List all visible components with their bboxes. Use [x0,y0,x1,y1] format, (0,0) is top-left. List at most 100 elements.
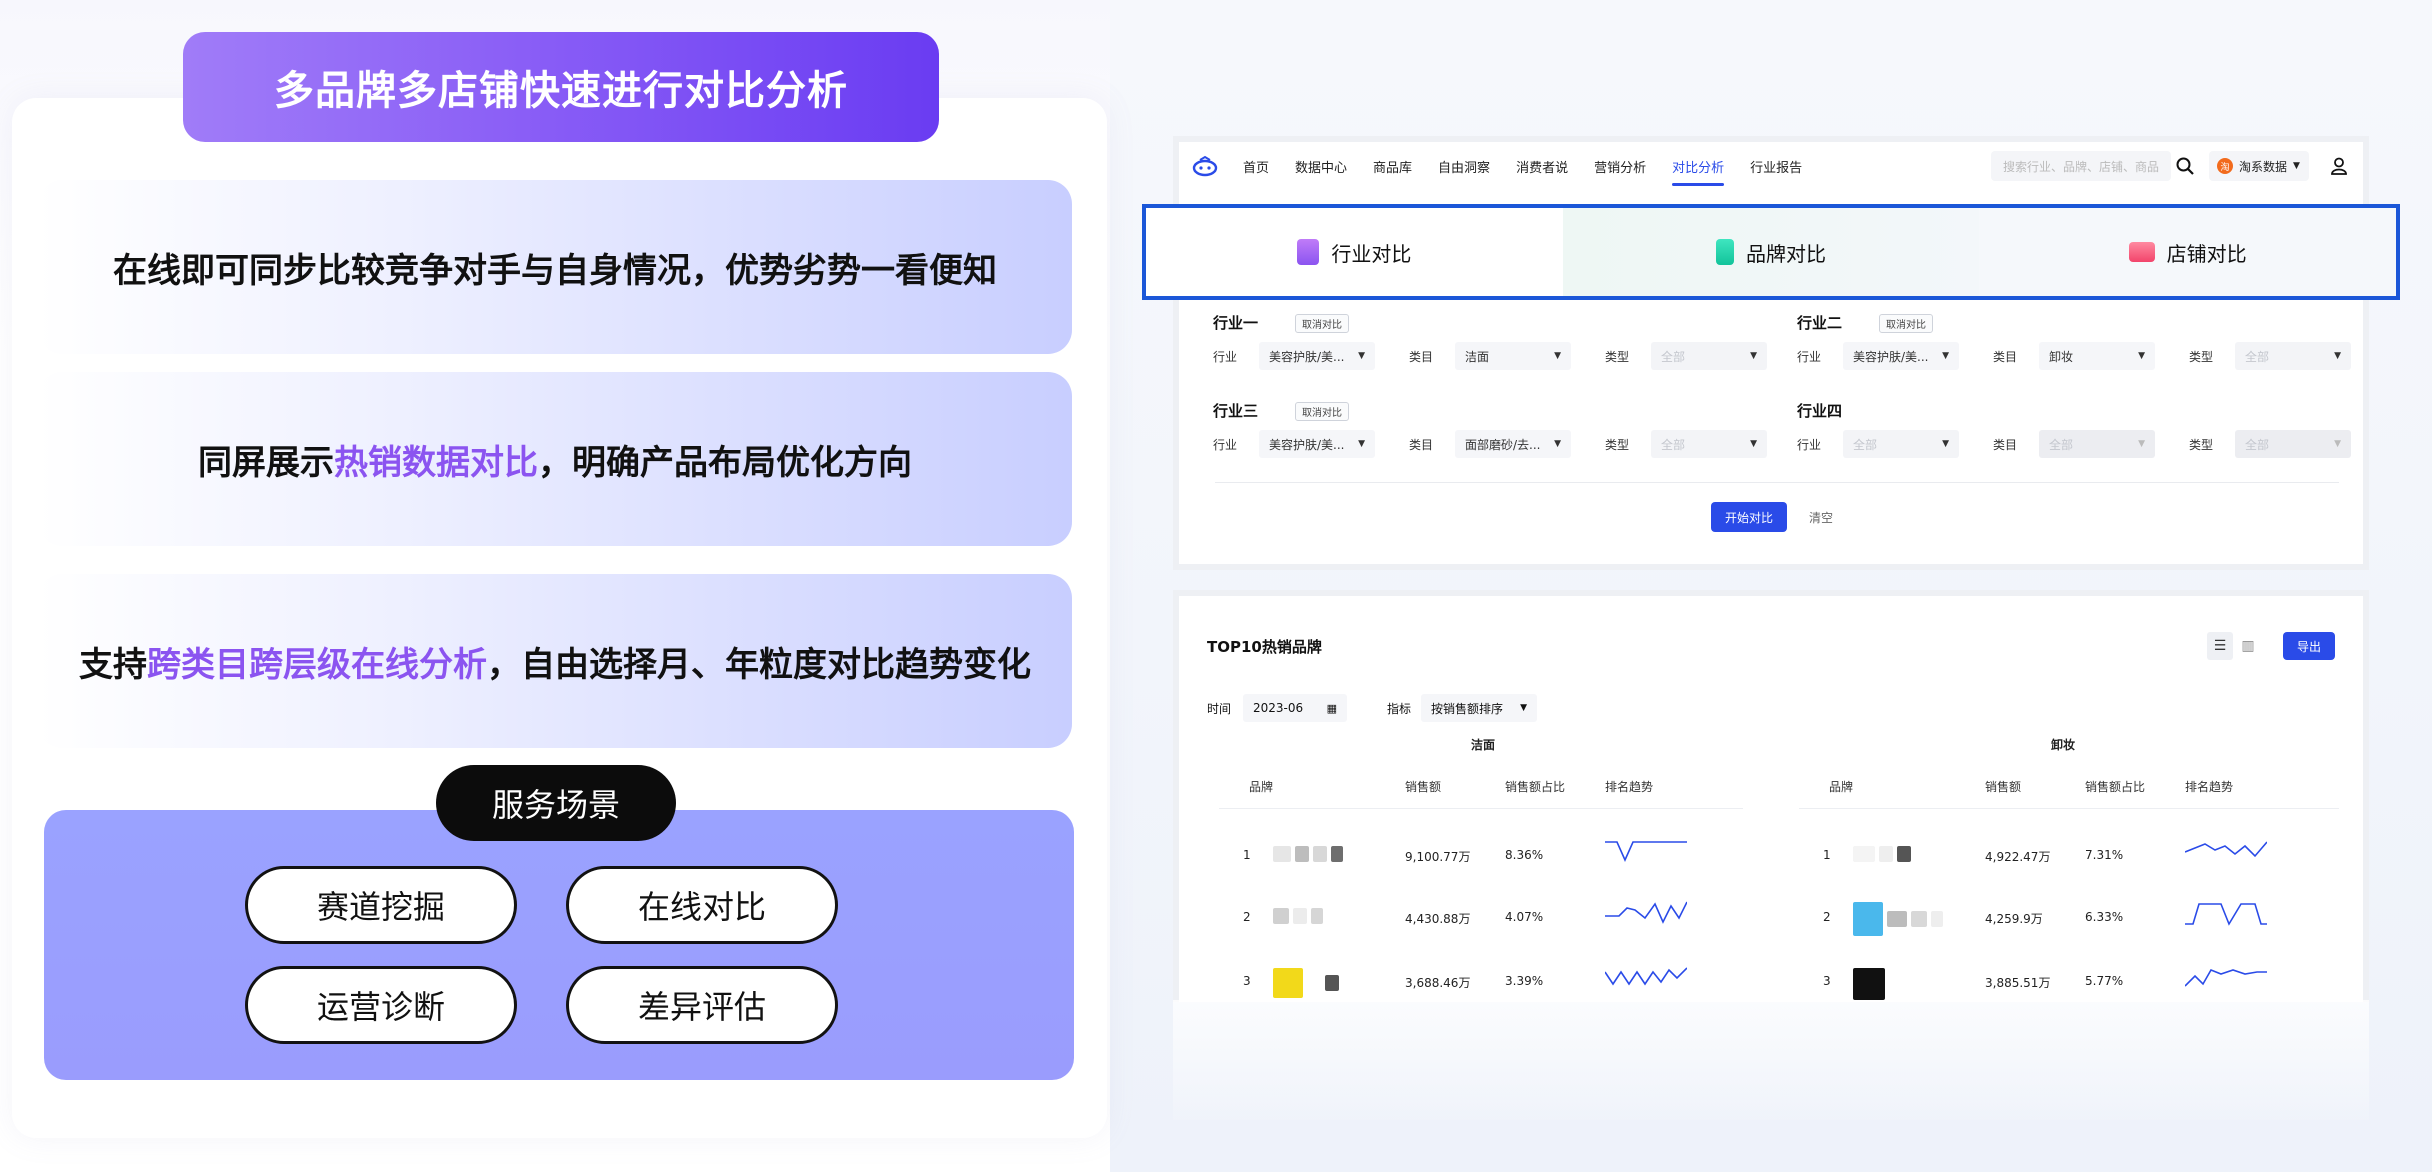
top-navbar: 首页 数据中心 商品库 自由洞察 消费者说 营销分析 对比分析 行业报告 搜索行… [1179,142,2363,190]
industry-doc-icon [1297,239,1320,265]
tab-brand-compare[interactable]: 品牌对比 [1562,208,1980,296]
app-logo-icon[interactable] [1191,155,1219,177]
industry-select-value: 美容护肤/美... [1269,437,1345,452]
feature-text-highlight: 跨类目跨层级在线分析 [147,644,487,685]
cancel-compare-button-1[interactable]: 取消对比 [1295,314,1349,333]
list-view-icon[interactable]: ☰ [2207,632,2233,660]
nav-industry-report[interactable]: 行业报告 [1750,143,1802,190]
filter-row-3: 行业 美容护肤/美... ▼ 类目 面部磨砂/去... ▼ 类型 全部 ▼ [1213,430,1767,458]
share-cell: 8.36% [1505,848,1544,862]
rank-cell: 3 [1243,974,1251,988]
type-select-value: 全部 [1661,349,1686,364]
tab-store-compare[interactable]: 店铺对比 [1979,208,2397,296]
nav-compare-analysis[interactable]: 对比分析 [1672,143,1725,190]
category-select-value: 卸妆 [2049,349,2074,364]
category-select[interactable]: 洁面 ▼ [1455,342,1571,370]
category-select[interactable]: 卸妆 ▼ [2039,342,2155,370]
tab-industry-compare[interactable]: 行业对比 [1146,208,1563,296]
filter-row-2: 行业 美容护肤/美... ▼ 类目 卸妆 ▼ 类型 全部 ▼ [1797,342,2351,370]
share-cell: 6.33% [2085,910,2124,924]
sales-cell: 3,885.51万 [1985,976,2051,990]
industry-select[interactable]: 全部 ▼ [1843,430,1959,458]
tab-label: 行业对比 [1331,241,1412,266]
category-select[interactable]: 面部磨砂/去... ▼ [1455,430,1571,458]
chevron-down-icon: ▼ [1942,439,1949,449]
type-select[interactable]: 全部 ▼ [1651,430,1767,458]
trend-sparkline [2185,903,2267,926]
nav-consumer-voice[interactable]: 消费者说 [1516,143,1568,190]
time-label: 时间 [1207,701,1232,716]
type-select[interactable]: 全部 ▼ [2235,430,2351,458]
industry-select-value: 全部 [1853,437,1878,452]
industry-select[interactable]: 美容护肤/美... ▼ [1843,342,1959,370]
category-select-value: 全部 [2049,437,2074,452]
metric-label: 指标 [1387,701,1412,716]
share-cell: 5.77% [2085,974,2124,988]
industry-label: 行业 [1213,349,1238,364]
filter-row-1: 行业 美容护肤/美... ▼ 类目 洁面 ▼ 类型 全部 ▼ [1213,342,1767,370]
start-compare-button[interactable]: 开始对比 [1711,502,1787,532]
sales-cell: 9,100.77万 [1405,850,1471,864]
search-icon[interactable] [2175,156,2195,176]
industry-select[interactable]: 美容护肤/美... ▼ [1259,342,1375,370]
industry-select-value: 美容护肤/美... [1853,349,1929,364]
tab-label: 品牌对比 [1746,241,1826,266]
nav-home[interactable]: 首页 [1243,143,1269,190]
type-select[interactable]: 全部 ▼ [1651,342,1767,370]
category-select[interactable]: 全部 ▼ [2039,430,2155,458]
chevron-down-icon: ▼ [1750,439,1757,449]
type-select[interactable]: 全部 ▼ [2235,342,2351,370]
sales-cell: 4,259.9万 [1985,912,2043,926]
cancel-compare-button-2[interactable]: 取消对比 [1879,314,1933,333]
industry-label: 行业 [1213,437,1238,452]
industry-label: 行业 [1797,437,1822,452]
type-select-value: 全部 [2245,349,2270,364]
search-input[interactable]: 搜索行业、品牌、店铺、商品 [1991,151,2171,181]
group-title-industry-1: 行业一 [1213,314,1259,332]
cancel-compare-button-3[interactable]: 取消对比 [1295,402,1349,421]
clear-button[interactable]: 清空 [1801,502,1841,532]
header-divider [1219,808,1743,809]
col-trend: 排名趋势 [2185,780,2234,794]
col-brand: 品牌 [1829,780,1854,794]
nav-marketing-analysis[interactable]: 营销分析 [1594,143,1646,190]
trend-sparkline [1605,967,1687,986]
col-share: 销售额占比 [2085,780,2146,794]
month-picker[interactable]: 2023-06 ▦ [1243,694,1347,722]
feature-card-sync-compare: 在线即可同步比较竞争对手与自身情况，优势劣势一看便知 [38,180,1072,354]
chevron-down-icon: ▼ [1750,351,1757,361]
data-source-select[interactable]: 淘 淘系数据 ▼ [2209,151,2309,181]
user-icon[interactable] [2329,156,2349,176]
header-divider [1799,808,2339,809]
industry-select[interactable]: 美容护肤/美... ▼ [1259,430,1375,458]
chevron-down-icon: ▼ [2138,439,2145,449]
nav-product-library[interactable]: 商品库 [1373,143,1412,190]
rank-cell: 1 [1823,848,1831,862]
calendar-icon: ▦ [1326,701,1337,715]
month-picker-value: 2023-06 [1253,701,1304,715]
brand-logo-blurred [1853,846,1911,862]
trend-sparkline [1605,901,1687,924]
chevron-down-icon: ▼ [2138,351,2145,361]
table-category-title: 卸妆 [2051,738,2076,752]
category-label: 类目 [1409,349,1434,364]
chart-view-icon[interactable]: ▥ [2235,632,2261,660]
type-label: 类型 [2189,437,2214,452]
metric-select[interactable]: 按销售额排序 ▼ [1421,694,1537,722]
nav-data-center[interactable]: 数据中心 [1295,143,1347,190]
chevron-down-icon: ▼ [1358,439,1365,449]
feature-text-pre: 支持 [79,644,147,685]
nav-free-insight[interactable]: 自由洞察 [1438,143,1490,190]
feature-card-cross-category: 支持 跨类目跨层级在线分析 ，自由选择月、年粒度对比趋势变化 [38,574,1072,748]
chevron-down-icon: ▼ [1942,351,1949,361]
chevron-down-icon: ▼ [2334,351,2341,361]
chevron-down-icon: ▼ [2334,439,2341,449]
compare-app-window: 首页 数据中心 商品库 自由洞察 消费者说 营销分析 对比分析 行业报告 搜索行… [1173,136,2369,570]
metric-select-value: 按销售额排序 [1431,701,1504,716]
type-label: 类型 [1605,437,1630,452]
col-trend: 排名趋势 [1605,780,1654,794]
col-sales: 销售额 [1405,780,1442,794]
export-button[interactable]: 导出 [2283,632,2335,660]
sales-cell: 4,430.88万 [1405,912,1471,926]
table-left: 洁面 品牌 销售额 销售额占比 排名趋势 1 9,100.77万 8.36% 2… [1179,736,1759,1002]
